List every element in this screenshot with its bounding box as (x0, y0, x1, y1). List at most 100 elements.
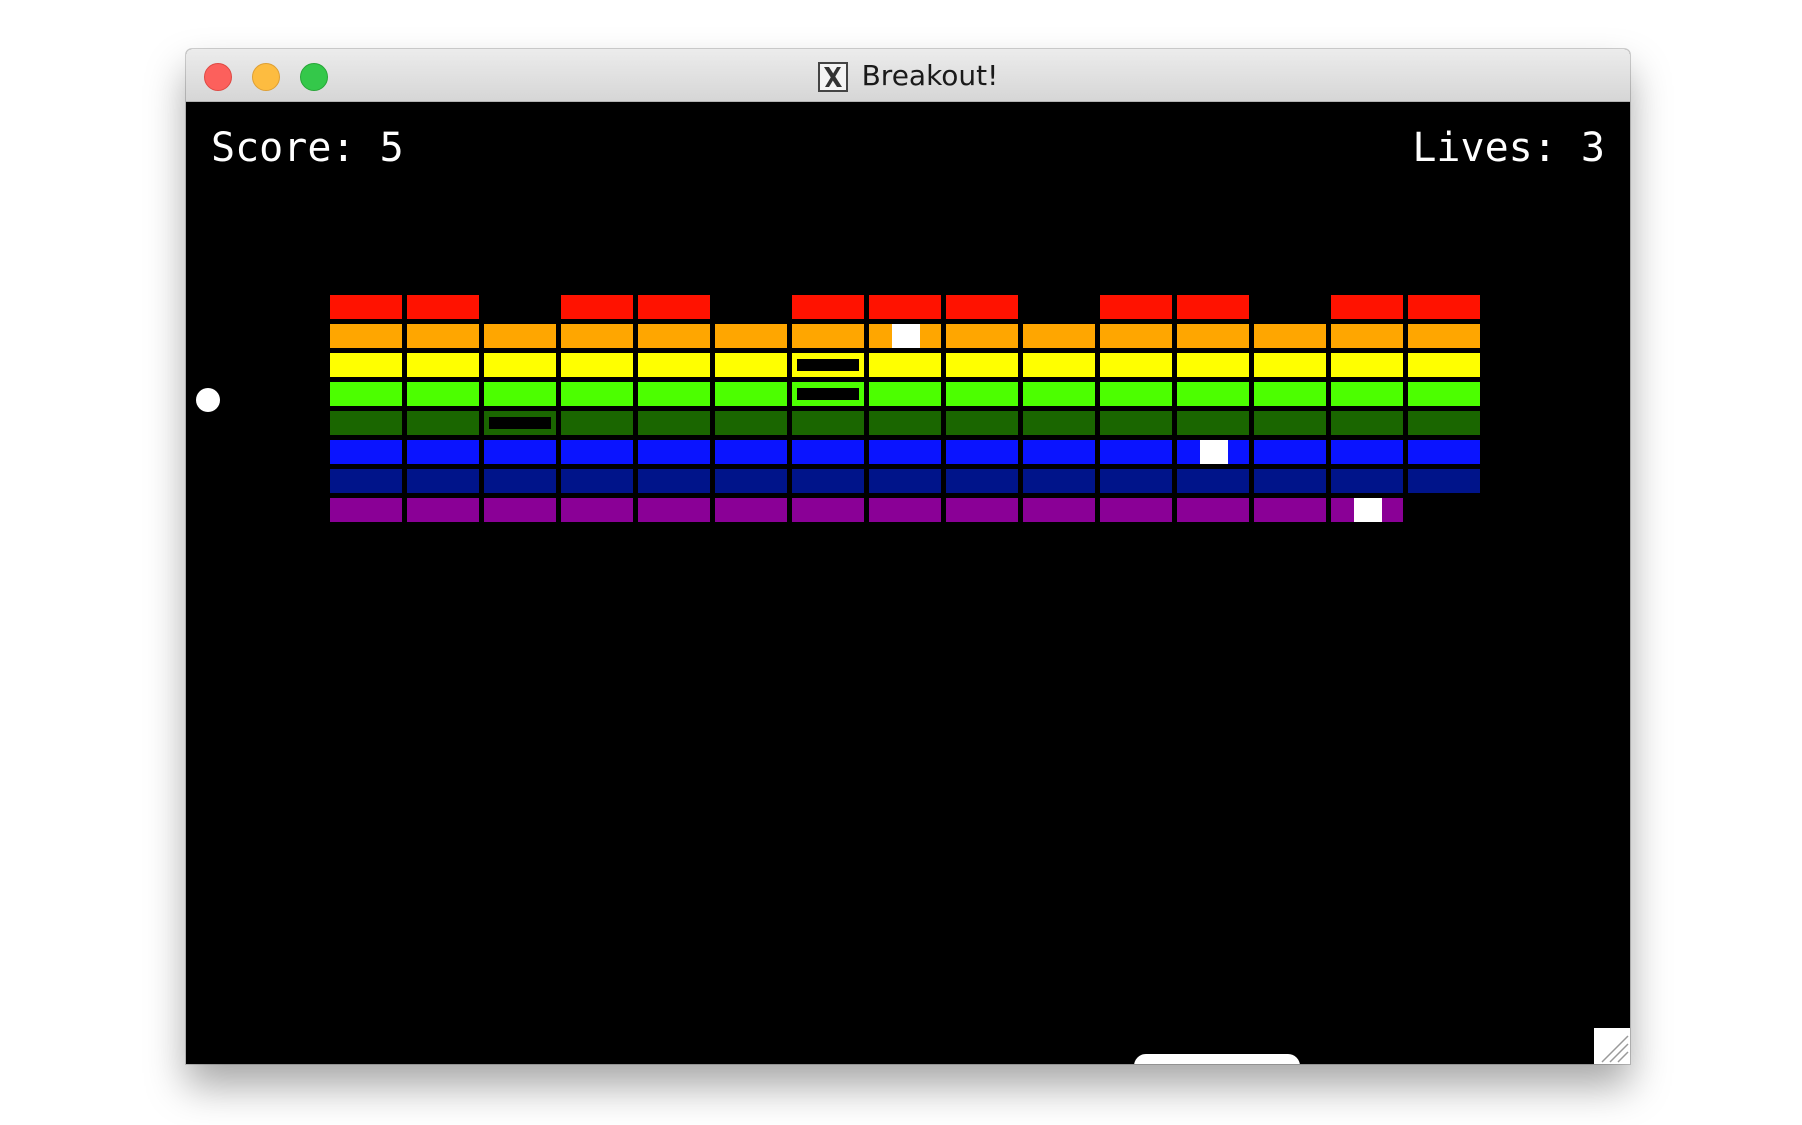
brick (407, 295, 479, 319)
brick (1100, 382, 1172, 406)
brick (330, 469, 402, 493)
brick (1331, 440, 1403, 464)
resize-grip-icon[interactable] (1594, 1028, 1630, 1064)
brick-highlight (892, 324, 920, 348)
brick (1100, 353, 1172, 377)
game-canvas[interactable]: Score: 5 Lives: 3 (186, 102, 1630, 1064)
brick (1177, 382, 1249, 406)
brick (792, 382, 864, 406)
brick (1023, 382, 1095, 406)
brick (869, 353, 941, 377)
brick (1408, 440, 1480, 464)
brick (484, 498, 556, 522)
brick-highlight (1200, 440, 1228, 464)
brick (1023, 440, 1095, 464)
brick (869, 382, 941, 406)
brick (561, 469, 633, 493)
brick (484, 440, 556, 464)
brick (330, 411, 402, 435)
brick (792, 295, 864, 319)
brick (792, 353, 864, 377)
title-bar[interactable]: Breakout! (186, 49, 1630, 102)
brick (1408, 295, 1480, 319)
brick (1331, 411, 1403, 435)
brick (946, 324, 1018, 348)
brick (561, 440, 633, 464)
brick (1177, 411, 1249, 435)
brick (638, 411, 710, 435)
brick (715, 411, 787, 435)
ball (196, 388, 220, 412)
window-title: Breakout! (861, 59, 999, 92)
brick (869, 411, 941, 435)
brick (1331, 382, 1403, 406)
brick (1408, 411, 1480, 435)
paddle[interactable] (1134, 1054, 1300, 1064)
brick (638, 353, 710, 377)
brick (946, 498, 1018, 522)
brick (792, 324, 864, 348)
brick (792, 411, 864, 435)
brick (1100, 440, 1172, 464)
brick (715, 440, 787, 464)
brick (561, 295, 633, 319)
brick (484, 469, 556, 493)
brick (330, 382, 402, 406)
brick (715, 498, 787, 522)
brick (407, 440, 479, 464)
brick (407, 382, 479, 406)
brick (1331, 295, 1403, 319)
brick (792, 498, 864, 522)
brick (1023, 353, 1095, 377)
brick (1254, 469, 1326, 493)
brick (1331, 498, 1403, 522)
brick (1408, 469, 1480, 493)
brick (1254, 440, 1326, 464)
brick (1177, 498, 1249, 522)
brick (1177, 295, 1249, 319)
brick (330, 440, 402, 464)
brick (715, 353, 787, 377)
brick (1254, 411, 1326, 435)
brick (1331, 469, 1403, 493)
brick (330, 295, 402, 319)
brick (1023, 469, 1095, 493)
brick (1100, 469, 1172, 493)
brick (1254, 324, 1326, 348)
brick (1331, 324, 1403, 348)
brick (792, 440, 864, 464)
brick (407, 498, 479, 522)
brick (1177, 440, 1249, 464)
brick (1408, 382, 1480, 406)
brick (484, 411, 556, 435)
game-window: Breakout! Score: 5 Lives: 3 (186, 49, 1630, 1064)
brick-damage (489, 417, 551, 429)
brick (946, 295, 1018, 319)
brick (1254, 382, 1326, 406)
brick (561, 382, 633, 406)
brick (869, 440, 941, 464)
brick (946, 382, 1018, 406)
brick (1100, 295, 1172, 319)
brick (1408, 324, 1480, 348)
lives-label: Lives: 3 (1412, 125, 1605, 171)
brick-damage (797, 359, 859, 371)
brick (561, 498, 633, 522)
brick (561, 353, 633, 377)
brick (869, 469, 941, 493)
brick (407, 411, 479, 435)
brick (1100, 498, 1172, 522)
brick (1254, 353, 1326, 377)
brick (715, 382, 787, 406)
brick (638, 498, 710, 522)
brick (638, 469, 710, 493)
brick (330, 353, 402, 377)
brick (792, 469, 864, 493)
brick (561, 324, 633, 348)
brick (946, 469, 1018, 493)
brick (330, 324, 402, 348)
brick (1254, 498, 1326, 522)
brick (715, 324, 787, 348)
brick (484, 382, 556, 406)
brick (407, 353, 479, 377)
